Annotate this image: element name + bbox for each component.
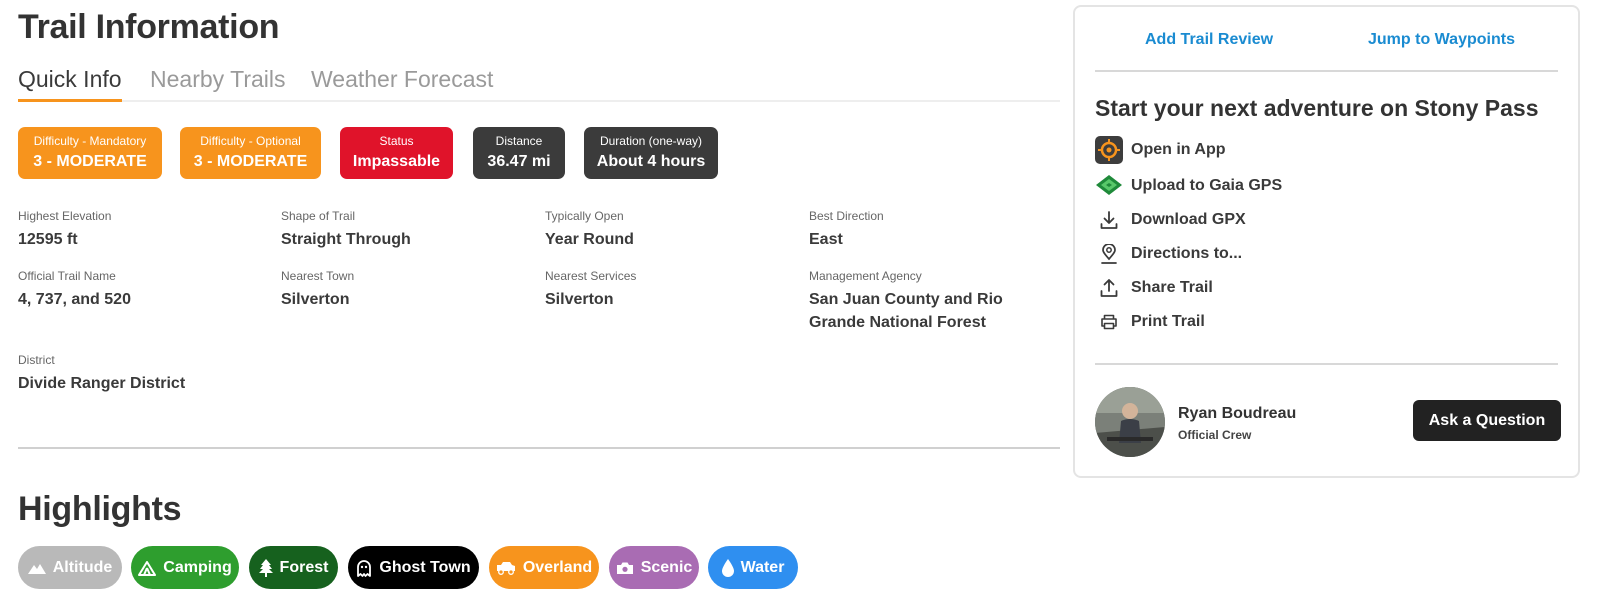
difficulty-mandatory-badge: Difficulty - Mandatory 3 - MODERATE [18,127,162,179]
add-trail-review-link[interactable]: Add Trail Review [1145,31,1273,49]
highlights-title: Highlights [18,490,182,528]
panel-divider [1095,363,1558,365]
info-value: Silverton [281,291,350,308]
upload-gaia-gps-action[interactable]: Upload to Gaia GPS [1095,172,1282,200]
info-label: Nearest Town [281,269,355,283]
printer-icon [1095,308,1123,336]
tent-icon [138,560,157,576]
badge-value: Impassable [352,153,441,170]
highest-elevation: Highest Elevation 12595 ft [18,209,268,251]
info-value: Straight Through [281,231,411,248]
badge-value: About 4 hours [596,153,706,170]
crew-role: Official Crew [1178,428,1252,442]
action-label: Print Trail [1131,313,1205,330]
chip-altitude[interactable]: Altitude [18,546,122,589]
distance-badge: Distance 36.47 mi [473,127,565,179]
info-label: Management Agency [809,269,922,283]
share-icon [1095,274,1123,302]
shape-of-trail: Shape of Trail Straight Through [281,209,531,251]
ghost-icon [357,559,372,577]
directions-to-action[interactable]: Directions to... [1095,240,1242,268]
chip-label: Altitude [52,558,113,576]
info-label: Official Trail Name [18,269,116,283]
chip-label: Scenic [640,558,693,576]
panel-divider [1095,70,1558,72]
info-value: 4, 737, and 520 [18,291,131,308]
chip-ghost-town[interactable]: Ghost Town [348,546,479,589]
duration-badge: Duration (one-way) About 4 hours [584,127,718,179]
chip-label: Water [740,558,785,576]
water-drop-icon [721,558,734,577]
tab-quick-info[interactable]: Quick Info [18,66,122,102]
section-divider [18,447,1060,449]
download-gpx-action[interactable]: Download GPX [1095,206,1246,234]
info-label: Typically Open [545,209,624,223]
best-direction: Best Direction East [809,209,1059,251]
info-label: Shape of Trail [281,209,356,223]
action-label: Download GPX [1131,211,1246,228]
trail-information-section: Trail Information Quick Info Nearby Trai… [18,0,1060,597]
info-value: Divide Ranger District [18,375,186,392]
info-value: East [809,231,843,248]
action-label: Directions to... [1131,245,1243,262]
info-label: Highest Elevation [18,209,112,223]
crew-name: Ryan Boudreau [1178,405,1297,422]
info-label: Best Direction [809,209,884,223]
status-badge: Status Impassable [340,127,453,179]
info-value: San Juan County and Rio Grande National … [809,291,1003,331]
gaia-gps-icon [1095,172,1123,200]
adventure-heading: Start your next adventure on Stony Pass [1095,95,1539,121]
jump-to-waypoints-link[interactable]: Jump to Waypoints [1368,31,1515,49]
ask-a-question-button[interactable]: Ask a Question [1413,400,1561,441]
info-value: Year Round [545,231,634,248]
action-label: Upload to Gaia GPS [1131,177,1283,194]
chip-overland[interactable]: Overland [489,546,599,589]
app-icon [1095,136,1123,164]
info-value: 12595 ft [18,231,78,248]
trail-actions-panel: Add Trail Review Jump to Waypoints Start… [1073,5,1580,478]
chip-label: Forest [279,558,329,576]
tree-icon [258,558,273,577]
camera-icon [616,562,633,574]
tab-nearby-trails[interactable]: Nearby Trails [150,66,285,93]
page-title: Trail Information [18,8,280,46]
difficulty-optional-badge: Difficulty - Optional 3 - MODERATE [180,127,321,179]
nearest-services: Nearest Services Silverton [545,269,795,311]
management-agency: Management Agency San Juan County and Ri… [809,269,1059,334]
chip-scenic[interactable]: Scenic [609,546,699,589]
info-label: Nearest Services [545,269,637,283]
chip-label: Overland [522,558,593,576]
badge-label: Duration (one-way) [599,134,703,148]
info-label: District [18,353,55,367]
nearest-town: Nearest Town Silverton [281,269,531,311]
chip-forest[interactable]: Forest [249,546,338,589]
tab-weather-forecast[interactable]: Weather Forecast [311,66,493,93]
map-pin-icon [1095,240,1123,268]
share-trail-action[interactable]: Share Trail [1095,274,1213,302]
download-icon [1095,206,1123,234]
tab-bar: Quick Info Nearby Trails Weather Forecas… [18,66,1060,102]
open-in-app-action[interactable]: Open in App [1095,136,1226,164]
chip-label: Camping [163,558,232,576]
badge-label: Status [379,134,414,148]
district: District Divide Ranger District [18,353,268,395]
chip-camping[interactable]: Camping [131,546,239,589]
typically-open: Typically Open Year Round [545,209,795,251]
badge-label: Distance [495,134,543,148]
avatar [1095,387,1165,457]
badge-label: Difficulty - Optional [200,134,301,148]
action-label: Share Trail [1131,279,1213,296]
badge-value: 36.47 mi [487,153,551,170]
official-trail-name: Official Trail Name 4, 737, and 520 [18,269,268,311]
info-value: Silverton [545,291,614,308]
print-trail-action[interactable]: Print Trail [1095,308,1205,336]
mountain-icon [27,563,46,574]
badge-value: 3 - MODERATE [193,153,308,170]
action-label: Open in App [1131,141,1226,158]
badge-label: Difficulty - Mandatory [33,134,147,148]
truck-icon [496,561,515,575]
chip-label: Ghost Town [379,558,471,576]
badge-value: 3 - MODERATE [33,153,147,170]
chip-water[interactable]: Water [708,546,798,589]
